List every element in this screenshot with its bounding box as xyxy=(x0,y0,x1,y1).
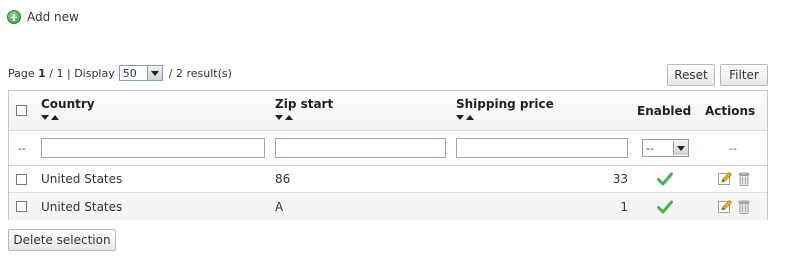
sort-arrows-icon[interactable] xyxy=(41,115,95,120)
table-row: United States A 1 xyxy=(9,193,767,220)
column-shipping-price[interactable]: Shipping price xyxy=(456,97,554,120)
column-country[interactable]: Country xyxy=(41,97,95,120)
shipping-rules-table: Country Zip start Shipping price Enabled… xyxy=(8,90,768,220)
country-cell: United States xyxy=(41,172,123,186)
current-page: 1 xyxy=(38,66,46,80)
column-shipping-price-label: Shipping price xyxy=(456,97,554,111)
page-prefix: Page xyxy=(8,66,35,80)
column-zip-start[interactable]: Zip start xyxy=(275,97,333,120)
delete-selection-button[interactable]: Delete selection xyxy=(8,229,116,251)
zip-start-filter-input[interactable] xyxy=(275,138,446,158)
column-enabled: Enabled xyxy=(637,103,692,118)
enabled-filter-value: -- xyxy=(646,141,654,155)
display-count-select[interactable]: 50 xyxy=(118,65,163,81)
shipping-price-cell: 33 xyxy=(612,172,628,186)
shipping-price-filter-input[interactable] xyxy=(456,138,628,158)
country-cell: United States xyxy=(41,199,123,214)
column-country-label: Country xyxy=(41,97,95,111)
pagination: Page 1 / 1 | Display 50 / 2 result(s) xyxy=(8,65,232,81)
enabled-filter-select[interactable]: -- xyxy=(642,139,689,157)
sort-arrows-icon[interactable] xyxy=(456,115,554,120)
chevron-down-icon[interactable] xyxy=(146,66,162,80)
table-header: Country Zip start Shipping price Enabled… xyxy=(9,91,767,131)
zip-start-cell: 86 xyxy=(275,172,291,186)
table-row: United States 86 33 xyxy=(9,166,767,193)
check-icon xyxy=(657,193,673,220)
add-new-label: Add new xyxy=(27,10,79,24)
edit-icon[interactable] xyxy=(717,166,733,192)
chevron-down-icon[interactable] xyxy=(673,141,688,155)
shipping-price-cell: 1 xyxy=(620,199,628,214)
add-new-link[interactable]: Add new xyxy=(7,10,79,24)
trash-icon[interactable] xyxy=(737,166,751,192)
page-total: / 1 | Display xyxy=(49,66,115,80)
country-filter-input[interactable] xyxy=(41,138,265,158)
display-count-value: 50 xyxy=(122,66,137,80)
row-checkbox[interactable] xyxy=(16,201,27,212)
row-checkbox[interactable] xyxy=(16,173,27,185)
filter-row: -- -- -- xyxy=(9,131,767,166)
filter-row-marker: -- xyxy=(18,141,26,155)
trash-icon[interactable] xyxy=(737,193,751,220)
filter-button[interactable]: Filter xyxy=(720,64,768,86)
reset-button[interactable]: Reset xyxy=(667,64,715,86)
edit-icon[interactable] xyxy=(717,193,733,220)
add-circle-icon xyxy=(7,10,21,24)
zip-start-cell: A xyxy=(275,199,284,214)
select-all-checkbox[interactable] xyxy=(16,105,27,116)
actions-filter-placeholder: -- xyxy=(729,141,737,155)
results-count: / 2 result(s) xyxy=(168,66,232,80)
check-icon xyxy=(657,166,673,192)
sort-arrows-icon[interactable] xyxy=(275,115,333,120)
column-zip-start-label: Zip start xyxy=(275,97,334,111)
column-actions: Actions xyxy=(705,103,756,118)
